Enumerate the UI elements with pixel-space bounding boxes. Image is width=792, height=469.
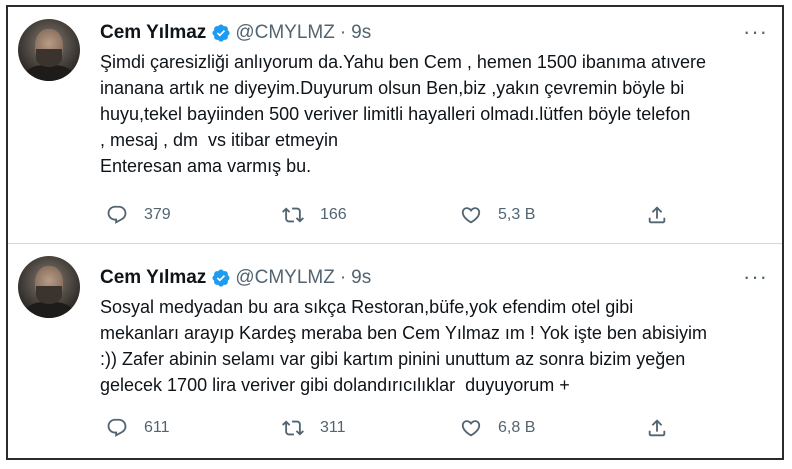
verified-badge-icon [212,269,230,287]
share-icon [648,419,666,437]
retweet-icon [282,420,304,436]
reply-icon [107,205,127,224]
tweet-text-line: , mesaj , dm vs itibar etmeyin [100,130,339,150]
share-button[interactable] [646,417,668,439]
reply-button[interactable]: 379 [106,204,171,226]
timestamp[interactable]: 9s [351,22,371,44]
reply-icon [107,418,127,437]
tweet-header: Cem Yılmaz @CMYLMZ · 9s [100,266,371,290]
tweet-list: Cem Yılmaz @CMYLMZ · 9s ··· Şimdi çaresi… [6,5,784,460]
avatar-shirt [24,65,74,81]
tweet-text-line: huyu,tekel bayiinden 500 veriver limitli… [100,104,691,124]
heart-icon [461,420,481,437]
share-button[interactable] [646,204,668,226]
tweet-text-line: :)) Zafer abinin selamı var gibi kartım … [100,349,686,369]
retweet-count: 311 [320,419,346,436]
author-handle[interactable]: @CMYLMZ [235,22,335,44]
more-options-icon[interactable]: ··· [743,266,768,288]
separator: · [339,267,347,288]
tweet-header: Cem Yılmaz @CMYLMZ · 9s [100,21,371,45]
tweet-actions: 379 166 5,3 B [100,204,700,230]
like-button[interactable]: 5,3 B [460,204,535,226]
tweet-text-line: Şimdi çaresizliği anlıyorum da.Yahu ben … [100,52,706,72]
timestamp[interactable]: 9s [351,267,371,289]
heart-icon [461,207,481,224]
like-count: 5,3 B [498,206,536,223]
verified-badge-icon [212,24,230,42]
reply-count: 611 [144,419,170,436]
retweet-button[interactable]: 166 [282,204,347,226]
avatar-beard [36,286,62,304]
tweet-text-line: gelecek 1700 lira veriver gibi dolandırı… [100,375,570,395]
tweet-text-line: Sosyal medyadan bu ara sıkça Restoran,bü… [100,297,634,317]
tweet[interactable]: Cem Yılmaz @CMYLMZ · 9s ··· Şimdi çaresi… [8,7,782,243]
author-handle[interactable]: @CMYLMZ [235,267,335,289]
tweet[interactable]: Cem Yılmaz @CMYLMZ · 9s ··· Sosyal medya… [8,244,782,458]
share-icon [648,206,666,224]
more-options-icon[interactable]: ··· [743,21,768,43]
tweet-text-line: Enteresan ama varmış bu. [100,156,312,176]
reply-count: 379 [144,206,171,223]
separator: · [339,22,347,43]
retweet-count: 166 [320,206,347,223]
retweet-button[interactable]: 311 [282,417,346,439]
tweet-text: Sosyal medyadan bu ara sıkça Restoran,bü… [100,294,772,398]
tweet-text-line: inanana artık ne diyeyim.Duyurum olsun B… [100,78,685,98]
like-count: 6,8 B [498,419,536,436]
tweet-text-line: mekanları arayıp Kardeş meraba ben Cem Y… [100,323,707,343]
author-name[interactable]: Cem Yılmaz [100,267,206,289]
retweet-icon [282,207,304,223]
avatar-shirt [24,302,74,318]
avatar[interactable] [18,256,80,318]
tweet-text: Şimdi çaresizliği anlıyorum da.Yahu ben … [100,49,772,179]
reply-button[interactable]: 611 [106,417,170,439]
avatar-beard [36,49,62,67]
avatar[interactable] [18,19,80,81]
author-name[interactable]: Cem Yılmaz [100,22,206,44]
tweet-actions: 611 311 6,8 B [100,417,700,443]
like-button[interactable]: 6,8 B [460,417,535,439]
